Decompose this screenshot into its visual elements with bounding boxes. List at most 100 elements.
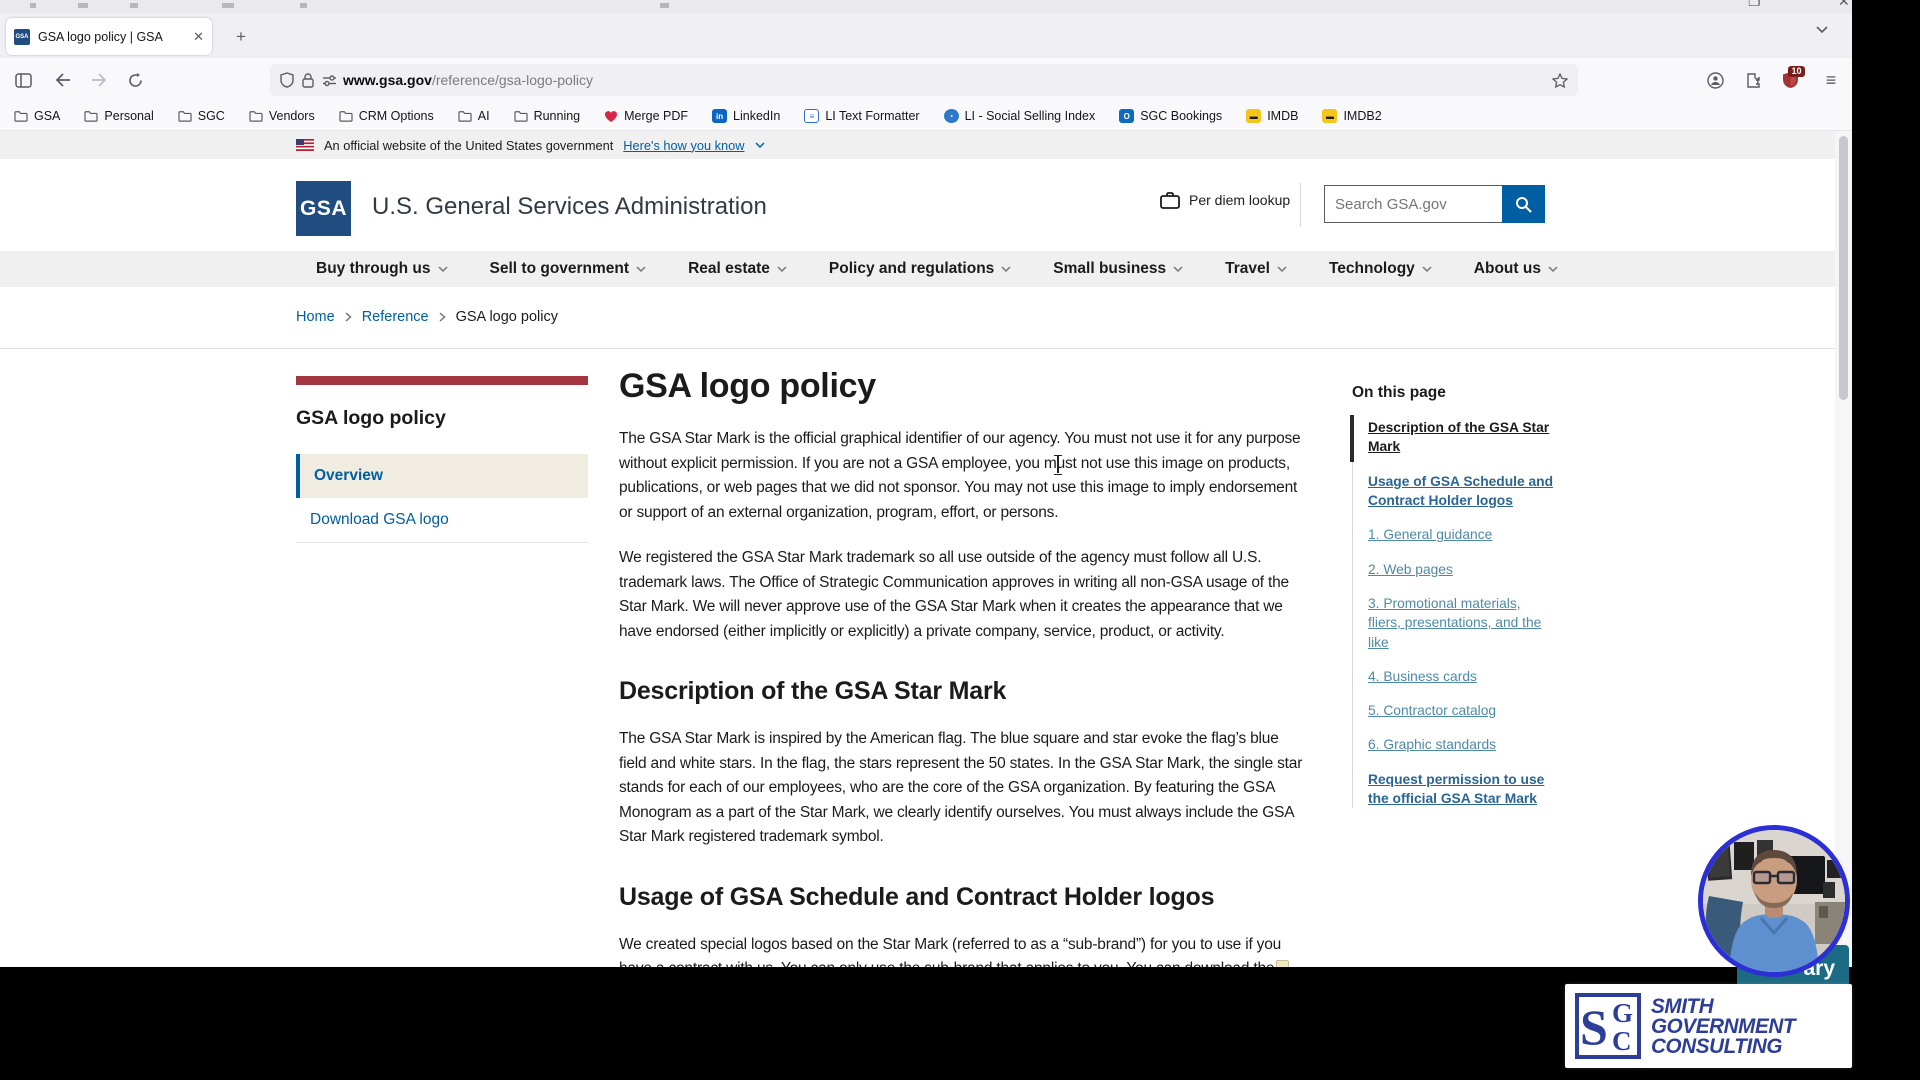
tab-close-icon[interactable]: ✕ bbox=[193, 29, 204, 45]
bookmark-folder-sgc[interactable]: SGC bbox=[178, 109, 225, 123]
search-icon bbox=[1516, 196, 1532, 213]
menu-hamburger-icon[interactable]: ≡ bbox=[1816, 65, 1846, 95]
browser-window: ❐ ✕ GSA GSA logo policy | GSA ✕ + www.gs… bbox=[0, 0, 1852, 967]
bookmark-folder-gsa[interactable]: GSA bbox=[14, 109, 60, 123]
firefox-view-icon[interactable] bbox=[8, 65, 38, 95]
site-search bbox=[1324, 185, 1545, 223]
otp-link-business-cards[interactable]: 4. Business cards bbox=[1368, 667, 1557, 686]
search-input[interactable] bbox=[1324, 185, 1502, 223]
breadcrumb-separator-icon bbox=[345, 312, 352, 322]
scrollbar-thumb[interactable] bbox=[1839, 136, 1848, 400]
tracking-shield-icon[interactable] bbox=[280, 72, 294, 88]
bookmark-imdb2[interactable]: ▬ IMDB2 bbox=[1322, 109, 1382, 123]
nav-small-business[interactable]: Small business bbox=[1053, 260, 1183, 278]
window-close-button[interactable]: ✕ bbox=[1838, 0, 1850, 10]
tab-title: GSA logo policy | GSA bbox=[38, 29, 163, 44]
monogram-c: C bbox=[1612, 1026, 1632, 1056]
sidenav-title: GSA logo policy bbox=[296, 407, 446, 429]
titlebar-fragment bbox=[130, 3, 138, 8]
chevron-down-icon bbox=[1001, 265, 1011, 272]
nav-about-us[interactable]: About us bbox=[1474, 260, 1558, 278]
document-icon: ≡ bbox=[804, 109, 820, 123]
forward-button[interactable] bbox=[84, 65, 114, 95]
reload-button[interactable] bbox=[120, 65, 150, 95]
nav-policy-and-regulations[interactable]: Policy and regulations bbox=[829, 260, 1011, 278]
search-button[interactable] bbox=[1502, 185, 1545, 223]
bookmark-merge-pdf[interactable]: Merge PDF bbox=[604, 109, 688, 123]
chevron-down-icon bbox=[1548, 265, 1558, 272]
breadcrumb-separator-icon bbox=[439, 312, 446, 322]
imdb-icon: ▬ bbox=[1246, 109, 1262, 123]
nav-real-estate[interactable]: Real estate bbox=[688, 260, 787, 278]
breadcrumb-reference[interactable]: Reference bbox=[362, 309, 429, 325]
outlook-icon: O bbox=[1119, 109, 1135, 123]
window-restore-button[interactable]: ❐ bbox=[1748, 0, 1761, 10]
chevron-down-icon bbox=[1277, 265, 1287, 272]
nav-technology[interactable]: Technology bbox=[1329, 260, 1432, 278]
chevron-down-icon bbox=[1173, 265, 1183, 272]
bookmark-folder-running[interactable]: Running bbox=[513, 109, 580, 123]
extensions-puzzle-icon[interactable] bbox=[1738, 65, 1768, 95]
bookmark-star-icon[interactable] bbox=[1552, 72, 1568, 88]
sidenav-item-download-gsa-logo[interactable]: Download GSA logo bbox=[296, 498, 588, 543]
sgc-watermark: S G C SMITH GOVERNMENT CONSULTING bbox=[1565, 984, 1852, 1068]
page-title: GSA logo policy bbox=[619, 367, 876, 405]
bookmark-li-ssi[interactable]: ◔ LI - Social Selling Index bbox=[943, 109, 1095, 123]
per-diem-lookup-link[interactable]: Per diem lookup bbox=[1160, 191, 1290, 209]
nav-buy-through-us[interactable]: Buy through us bbox=[316, 260, 448, 278]
back-button[interactable] bbox=[48, 65, 78, 95]
otp-link-contractor-catalog[interactable]: 5. Contractor catalog bbox=[1368, 701, 1557, 720]
lock-icon[interactable] bbox=[302, 72, 314, 88]
permissions-icon[interactable] bbox=[322, 74, 337, 87]
titlebar-fragment bbox=[660, 3, 669, 8]
web-page: An official website of the United States… bbox=[0, 131, 1852, 967]
gsa-logo[interactable]: GSA bbox=[296, 181, 351, 236]
tab-strip: GSA GSA logo policy | GSA ✕ + bbox=[0, 14, 1852, 58]
bookmark-folder-crm-options[interactable]: CRM Options bbox=[339, 109, 434, 123]
otp-link-web-pages[interactable]: 2. Web pages bbox=[1368, 560, 1557, 579]
otp-link-general-guidance[interactable]: 1. General guidance bbox=[1368, 525, 1557, 544]
otp-link-description[interactable]: Description of the GSA Star Mark bbox=[1350, 415, 1557, 462]
otp-link-promotional-materials[interactable]: 3. Promotional materials, fliers, presen… bbox=[1368, 594, 1557, 652]
breadcrumb-home[interactable]: Home bbox=[296, 309, 335, 325]
imdb-icon: ▬ bbox=[1322, 109, 1338, 123]
otp-link-graphic-standards[interactable]: 6. Graphic standards bbox=[1368, 735, 1557, 754]
url-bar[interactable]: www.gsa.gov/reference/gsa-logo-policy bbox=[270, 64, 1578, 96]
paragraph-intro: The GSA Star Mark is the official graphi… bbox=[619, 430, 1301, 521]
paragraph-trademark: We registered the GSA Star Mark trademar… bbox=[619, 549, 1289, 640]
titlebar-fragment bbox=[222, 3, 234, 8]
heading-usage: Usage of GSA Schedule and Contract Holde… bbox=[619, 882, 1215, 911]
bookmark-folder-personal[interactable]: Personal bbox=[84, 109, 154, 123]
nav-sell-to-government[interactable]: Sell to government bbox=[490, 260, 647, 278]
window-titlebar: ❐ ✕ bbox=[0, 0, 1852, 14]
banner-how-link[interactable]: Here's how you know bbox=[623, 138, 744, 153]
bookmark-li-text-formatter[interactable]: ≡ LI Text Formatter bbox=[804, 109, 920, 123]
otp-link-request-permission[interactable]: Request permission to use the official G… bbox=[1368, 770, 1557, 809]
globe-icon: ◔ bbox=[943, 109, 959, 123]
otp-link-usage[interactable]: Usage of GSA Schedule and Contract Holde… bbox=[1368, 472, 1557, 511]
sidenav-item-overview[interactable]: Overview bbox=[296, 454, 588, 498]
bookmark-linkedin[interactable]: in LinkedIn bbox=[712, 109, 780, 123]
nav-travel[interactable]: Travel bbox=[1225, 260, 1287, 278]
bookmarks-bar: GSA Personal SGC Vendors CRM Options AI … bbox=[0, 102, 1852, 131]
page-scrollbar[interactable] bbox=[1835, 131, 1852, 967]
sidenav-accent-bar bbox=[296, 376, 588, 385]
chevron-down-icon bbox=[754, 141, 765, 148]
account-icon[interactable] bbox=[1700, 65, 1730, 95]
adblock-shield-icon[interactable]: 10 bbox=[1775, 65, 1805, 95]
bookmark-imdb[interactable]: ▬ IMDB bbox=[1246, 109, 1298, 123]
agency-name: U.S. General Services Administration bbox=[372, 193, 767, 220]
article: GSA logo policy The GSA Star Mark is the… bbox=[619, 367, 1309, 967]
bookmark-folder-vendors[interactable]: Vendors bbox=[249, 109, 315, 123]
banner-text: An official website of the United States… bbox=[324, 137, 614, 153]
paragraph-description: The GSA Star Mark is inspired by the Ame… bbox=[619, 730, 1303, 845]
bookmark-sgc-bookings[interactable]: O SGC Bookings bbox=[1119, 109, 1222, 123]
breadcrumb: Home Reference GSA logo policy bbox=[296, 309, 558, 325]
url-text[interactable]: www.gsa.gov/reference/gsa-logo-policy bbox=[343, 72, 1552, 88]
titlebar-fragment bbox=[300, 3, 307, 8]
tab-overflow-chevron-icon[interactable] bbox=[1816, 26, 1828, 34]
browser-tab[interactable]: GSA GSA logo policy | GSA ✕ bbox=[6, 18, 212, 55]
bookmark-folder-ai[interactable]: AI bbox=[458, 109, 490, 123]
heart-icon bbox=[605, 110, 618, 122]
new-tab-button[interactable]: + bbox=[228, 24, 254, 50]
